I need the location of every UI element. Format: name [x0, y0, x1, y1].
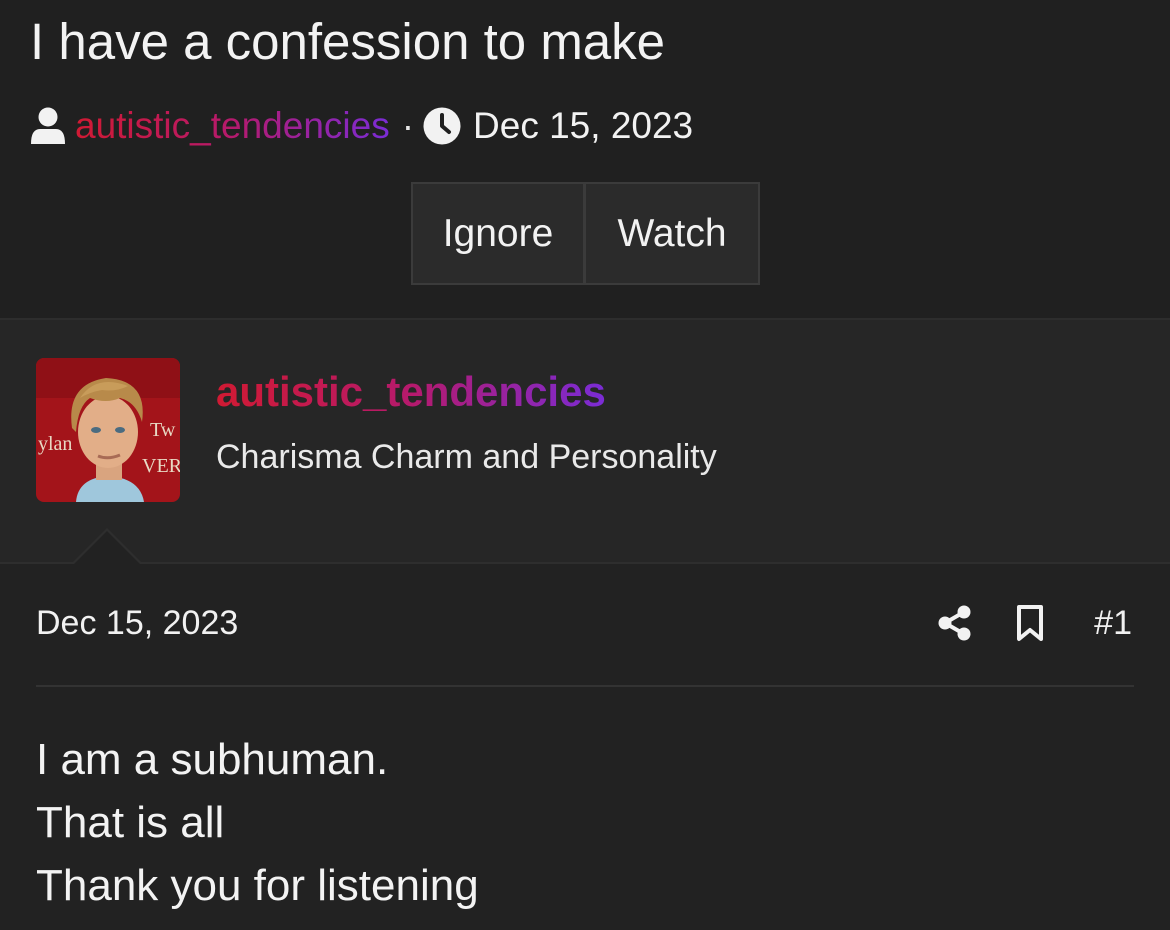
- content-divider: [36, 685, 1134, 687]
- post-body-line: That is all: [36, 798, 225, 847]
- user-block-pointer: [74, 531, 140, 564]
- avatar[interactable]: ylan Tw VER: [36, 358, 180, 502]
- user-title: Charisma Charm and Personality: [216, 438, 717, 476]
- thread-header: I have a confession to make autistic_ten…: [0, 0, 1170, 318]
- ignore-button[interactable]: Ignore: [411, 182, 585, 285]
- svg-text:ylan: ylan: [38, 433, 72, 455]
- meta-separator: ·: [401, 105, 415, 146]
- thread-title: I have a confession to make: [30, 13, 666, 70]
- post-body-line: I am a subhuman.: [36, 735, 389, 784]
- svg-text:VER: VER: [142, 455, 180, 477]
- post-divider: [0, 562, 1170, 564]
- post-body: I am a subhuman. That is all Thank you f…: [36, 728, 479, 917]
- post-actions: #1: [938, 600, 1132, 646]
- share-icon[interactable]: [938, 605, 972, 641]
- post-user-block: ylan Tw VER autistic_tendencies Charisma…: [0, 318, 1170, 564]
- thread-meta: autistic_tendencies · Dec 15, 2023: [30, 104, 693, 148]
- post-body-line: Thank you for listening: [36, 861, 479, 910]
- post-date-link[interactable]: Dec 15, 2023: [36, 604, 238, 643]
- post: ylan Tw VER autistic_tendencies Charisma…: [0, 318, 1170, 930]
- watch-button[interactable]: Watch: [585, 182, 760, 285]
- post-username[interactable]: autistic_tendencies: [216, 368, 606, 416]
- bookmark-icon[interactable]: [1016, 604, 1044, 642]
- svg-text:Tw: Tw: [150, 419, 176, 441]
- thread-date-link[interactable]: Dec 15, 2023: [473, 105, 693, 147]
- post-number-link[interactable]: #1: [1094, 604, 1132, 643]
- thread-author-link[interactable]: autistic_tendencies: [75, 105, 390, 147]
- user-icon: [30, 107, 66, 145]
- thread-actions: Ignore Watch: [411, 182, 760, 289]
- clock-icon: [423, 107, 461, 145]
